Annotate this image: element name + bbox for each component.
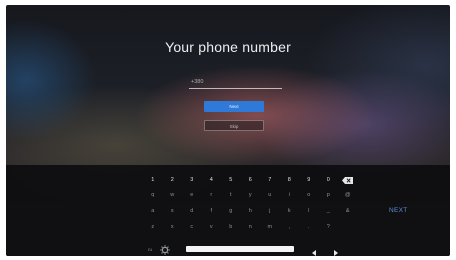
key-p[interactable]: p bbox=[319, 190, 339, 201]
key-v[interactable]: v bbox=[202, 222, 222, 233]
key-u[interactable]: u bbox=[260, 190, 280, 201]
key-.[interactable]: . bbox=[299, 222, 319, 233]
keyboard-row-bottom: z x c v b n m,.? bbox=[143, 222, 338, 233]
keyboard-row-numbers: 1234567890 bbox=[143, 175, 358, 186]
key-l[interactable]: l bbox=[299, 206, 319, 217]
key-d[interactable]: d bbox=[182, 206, 202, 217]
key-1[interactable]: 1 bbox=[143, 175, 163, 186]
phone-number-field[interactable] bbox=[189, 70, 282, 90]
keyboard-row-top: q w e r t y u i o p @ bbox=[143, 190, 358, 201]
key-3[interactable]: 3 bbox=[182, 175, 202, 186]
key-4[interactable]: 4 bbox=[202, 175, 222, 186]
space-bar[interactable] bbox=[186, 246, 294, 252]
key-9[interactable]: 9 bbox=[299, 175, 319, 186]
key-@[interactable]: @ bbox=[338, 190, 358, 201]
key-a[interactable]: a bbox=[143, 206, 163, 217]
key-r[interactable]: r bbox=[202, 190, 222, 201]
phone-number-input[interactable] bbox=[189, 74, 282, 90]
key-?[interactable]: ? bbox=[319, 222, 339, 233]
arrow-right-icon[interactable] bbox=[330, 245, 342, 256]
gear-icon[interactable] bbox=[158, 243, 172, 255]
key-s[interactable]: s bbox=[163, 206, 183, 217]
key-h[interactable]: h bbox=[241, 206, 261, 217]
skip-button[interactable]: Skip bbox=[204, 120, 264, 131]
key-7[interactable]: 7 bbox=[260, 175, 280, 186]
key-m[interactable]: m bbox=[260, 222, 280, 233]
key-5[interactable]: 5 bbox=[221, 175, 241, 186]
key-y[interactable]: y bbox=[241, 190, 261, 201]
key-6[interactable]: 6 bbox=[241, 175, 261, 186]
keyboard-next-key[interactable]: NEXT bbox=[389, 207, 408, 214]
on-screen-keyboard: 1234567890 q w e r t y u i o p @ a s d f g h j k l _ & zxcvb… bbox=[6, 165, 450, 256]
keyboard-row-home: a s d f g h j k l _ & bbox=[143, 206, 358, 217]
tv-screen: Your phone number Next Skip 1234567890 q… bbox=[6, 5, 450, 256]
key-&[interactable]: & bbox=[338, 206, 358, 217]
language-key[interactable]: ru bbox=[142, 244, 158, 255]
key-c[interactable]: c bbox=[182, 222, 202, 233]
key-g[interactable]: g bbox=[221, 206, 241, 217]
key-n[interactable]: n bbox=[241, 222, 261, 233]
key-k[interactable]: k bbox=[280, 206, 300, 217]
key-t[interactable]: t bbox=[221, 190, 241, 201]
key-b[interactable]: b bbox=[221, 222, 241, 233]
key-2[interactable]: 2 bbox=[163, 175, 183, 186]
key-e[interactable]: e bbox=[182, 190, 202, 201]
key-,[interactable]: , bbox=[280, 222, 300, 233]
key-o[interactable]: o bbox=[299, 190, 319, 201]
page-title: Your phone number bbox=[165, 39, 291, 55]
key-z[interactable]: z bbox=[143, 222, 163, 233]
key-_[interactable]: _ bbox=[319, 206, 339, 217]
arrow-left-icon[interactable] bbox=[308, 245, 320, 256]
next-button[interactable]: Next bbox=[204, 101, 264, 112]
key-x[interactable]: x bbox=[163, 222, 183, 233]
key-8[interactable]: 8 bbox=[280, 175, 300, 186]
key-0[interactable]: 0 bbox=[319, 175, 339, 186]
key-w[interactable]: w bbox=[163, 190, 183, 201]
key-q[interactable]: q bbox=[143, 190, 163, 201]
backspace-icon[interactable] bbox=[338, 175, 358, 186]
key-j[interactable]: j bbox=[260, 206, 280, 217]
key-f[interactable]: f bbox=[202, 206, 222, 217]
key-i[interactable]: i bbox=[280, 190, 300, 201]
